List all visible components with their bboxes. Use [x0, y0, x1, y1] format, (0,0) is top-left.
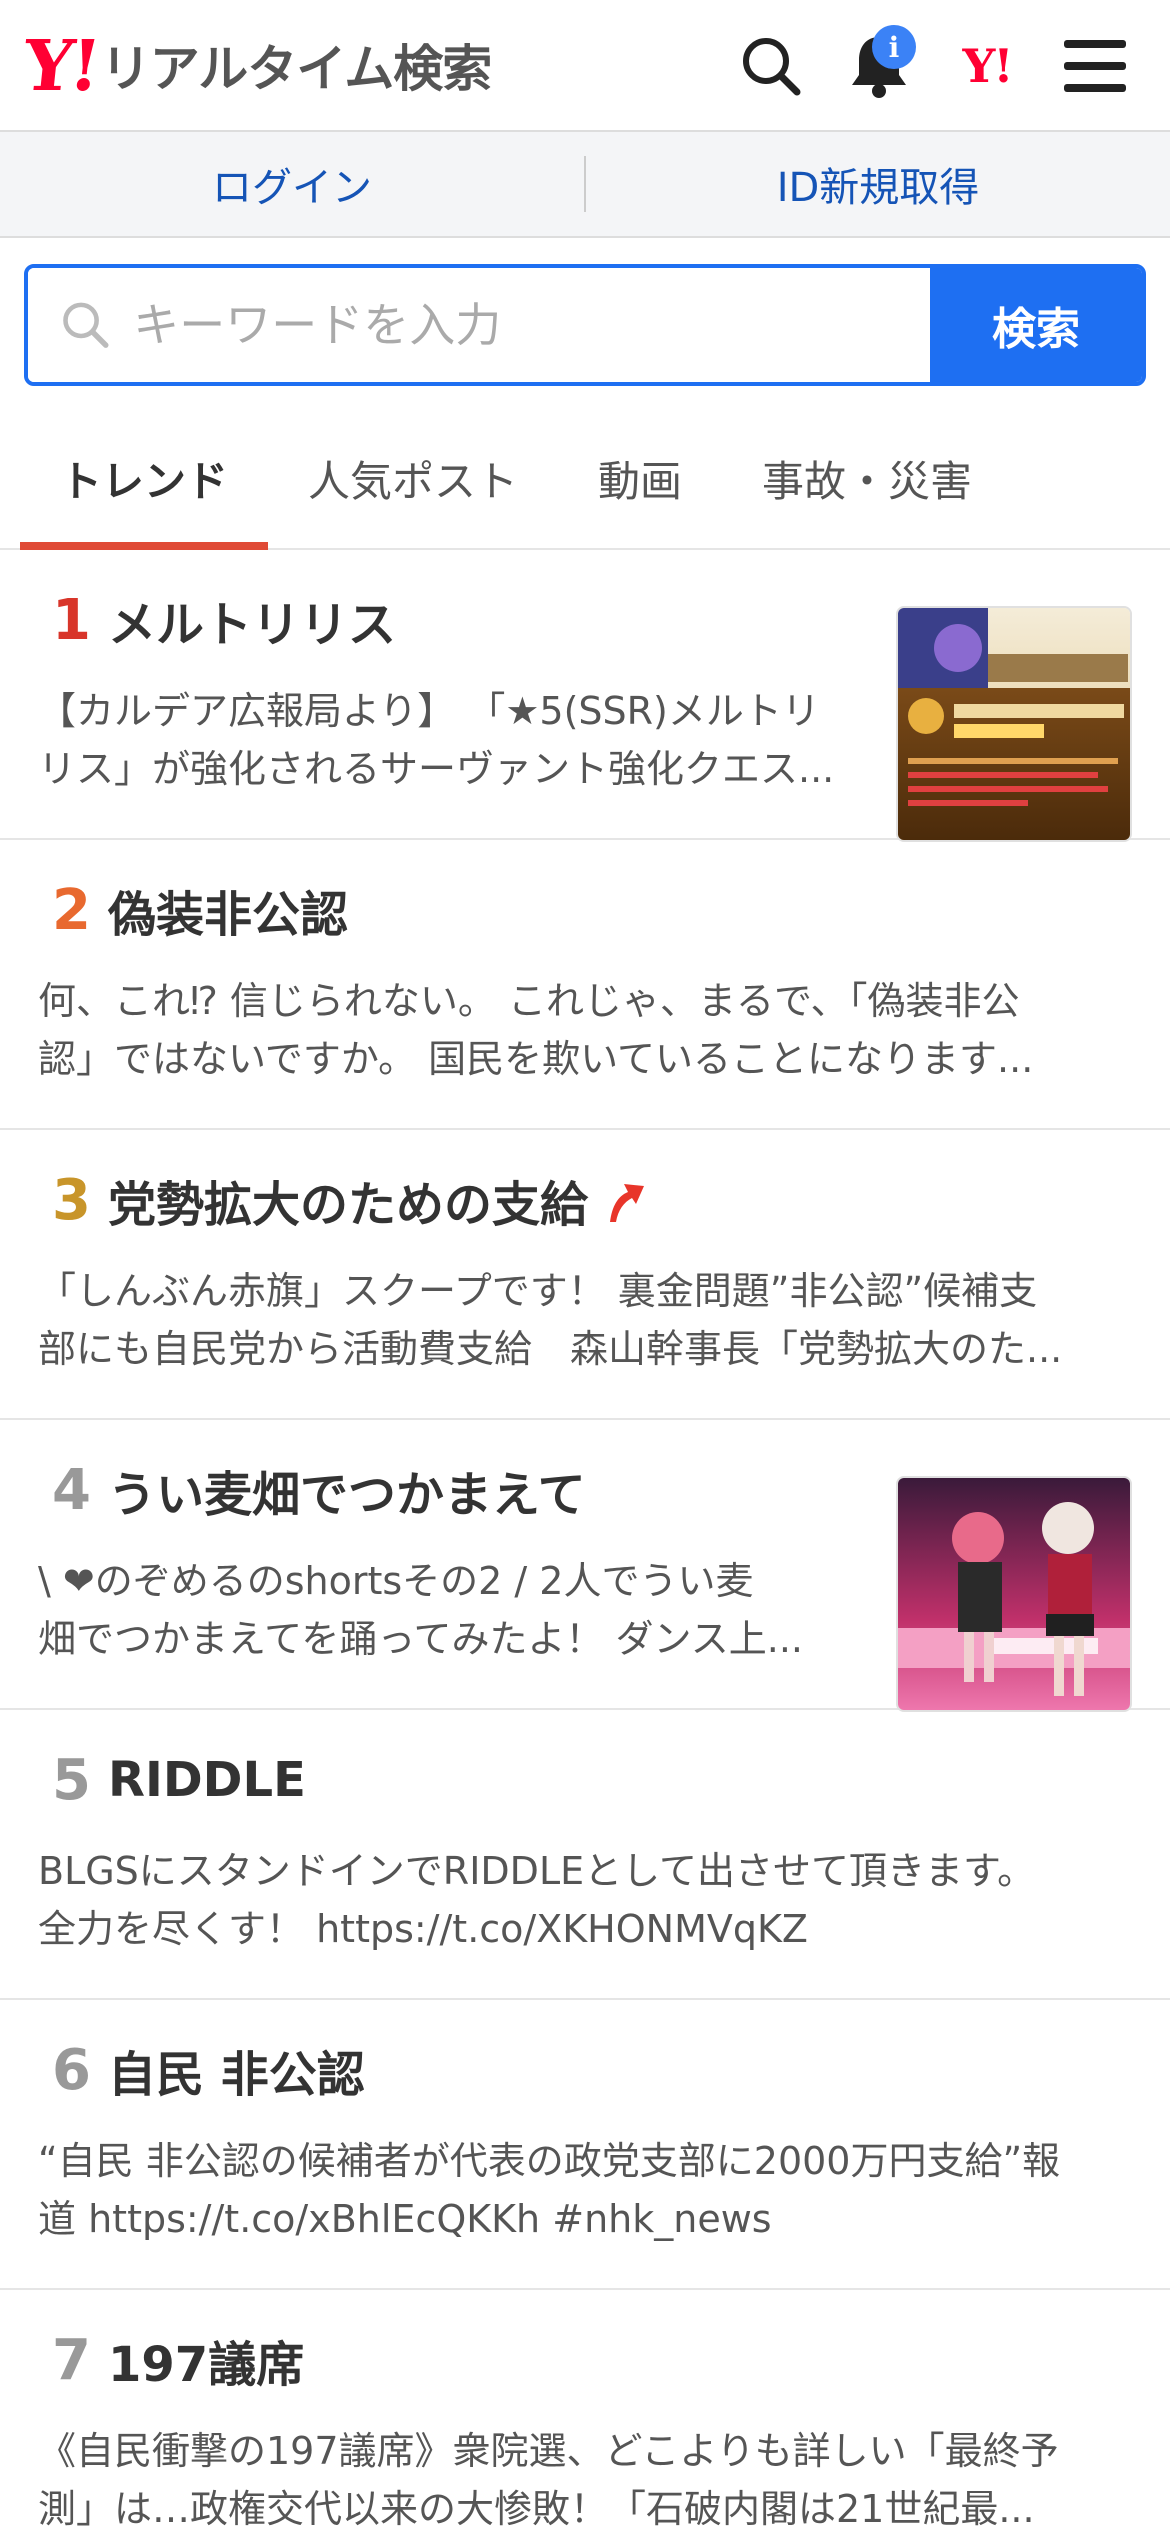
notification-badge: i	[872, 25, 916, 69]
trend-description: \ ❤︎のぞめるのshortsその2 / 2人でうい麦 畑でつかまえてを踊ってみ…	[38, 1559, 803, 1661]
list-item[interactable]: 6 自民 非公認 “自民 非公認の候補者が代表の政党支部に2000万円支給”報 …	[0, 2000, 1170, 2290]
trend-title[interactable]: 偽装非公認	[108, 875, 348, 945]
rising-arrow-icon	[610, 1184, 645, 1222]
list-item[interactable]: 2 偽装非公認 何、これ⁉ 信じられない。 これじゃ、まるで、「偽装非公 認」で…	[0, 840, 1170, 1130]
trend-description: BLGSにスタンドインでRIDDLEとして出させて頂きます。 全力を尽くす！ h…	[38, 1849, 1036, 1951]
yahoo-logo-icon[interactable]: Y!	[942, 21, 1032, 111]
rank-number: 6	[52, 2037, 91, 2103]
trend-title[interactable]: RIDDLE	[108, 1752, 306, 1808]
list-item[interactable]: 5 RIDDLE BLGSにスタンドインでRIDDLEとして出させて頂きます。 …	[0, 1710, 1170, 2000]
item-head: 2 偽装非公認	[38, 870, 1132, 950]
header-icons: i Y!	[708, 0, 1140, 132]
rank-number: 3	[52, 1167, 91, 1233]
menu-icon[interactable]	[1050, 21, 1140, 111]
logo-text: リアルタイム検索	[100, 40, 492, 98]
trend-list: 1 メルトリリス 【カルデア広報局より】 「★5(SSR)メルトリ リス」が強化…	[0, 550, 1170, 2532]
trend-description: 何、これ⁉ 信じられない。 これじゃ、まるで、「偽装非公 認」ではないですか。 …	[38, 979, 1034, 1081]
search-icon[interactable]	[726, 21, 816, 111]
bell-icon[interactable]: i	[834, 21, 924, 111]
rank-number: 7	[52, 2327, 91, 2393]
list-item[interactable]: 3 党勢拡大のための支給 「しんぶん赤旗」スクープです！ 裏金問題”非公認”候補…	[0, 1130, 1170, 1420]
login-link[interactable]: ログイン	[0, 155, 584, 213]
yahoo-realtime-logo[interactable]: Y! リアルタイム検索	[20, 24, 493, 107]
search-icon	[63, 302, 109, 348]
trend-title[interactable]: うい麦畑でつかまえて	[108, 1455, 586, 1525]
list-item[interactable]: 7 197議席 《自民衝撃の197議席》衆院選、どこよりも詳しい「最終予 測」は…	[0, 2290, 1170, 2532]
trend-title[interactable]: 197議席	[108, 2325, 304, 2395]
search-box: 検索	[24, 264, 1146, 386]
trend-description: 《自民衝撃の197議席》衆院選、どこよりも詳しい「最終予 測」は…政権交代以来の…	[38, 2429, 1059, 2531]
tab-trend[interactable]: トレンド	[20, 408, 269, 550]
search-input[interactable]	[133, 298, 930, 352]
trend-description: “自民 非公認の候補者が代表の政党支部に2000万円支給”報 道 https:/…	[38, 2139, 1061, 2241]
item-head: 3 党勢拡大のための支給	[38, 1160, 1132, 1240]
register-link[interactable]: ID新規取得	[586, 155, 1170, 213]
item-head: 5 RIDDLE	[38, 1740, 1132, 1820]
rank-number: 5	[52, 1747, 91, 1813]
trend-thumbnail[interactable]	[896, 1476, 1132, 1712]
rank-number: 4	[52, 1457, 91, 1523]
trend-title[interactable]: メルトリリス	[108, 585, 396, 655]
rank-number: 2	[52, 877, 91, 943]
tab-popular-posts[interactable]: 人気ポスト	[268, 408, 558, 548]
trend-description: 「しんぶん赤旗」スクープです！ 裏金問題”非公認”候補支 部にも自民党から活動費…	[38, 1269, 1063, 1371]
search-area: 検索	[0, 238, 1170, 386]
item-head: 6 自民 非公認	[38, 2030, 1132, 2110]
trend-title[interactable]: 自民 非公認	[108, 2035, 365, 2105]
login-bar: ログイン ID新規取得	[0, 132, 1170, 238]
app-header: Y! リアルタイム検索 i Y!	[0, 0, 1170, 132]
list-item[interactable]: 1 メルトリリス 【カルデア広報局より】 「★5(SSR)メルトリ リス」が強化…	[0, 550, 1170, 842]
tab-video[interactable]: 動画	[558, 408, 722, 548]
category-tabs: トレンド 人気ポスト 動画 事故・災害	[0, 386, 1170, 550]
search-button[interactable]: 検索	[930, 268, 1142, 382]
trend-title[interactable]: 党勢拡大のための支給	[108, 1165, 588, 1235]
yahoo-y-logo: Y!	[19, 23, 102, 107]
search-field	[28, 268, 930, 382]
tab-accident-disaster[interactable]: 事故・災害	[722, 408, 1012, 548]
trend-thumbnail[interactable]	[896, 606, 1132, 842]
trend-description: 【カルデア広報局より】 「★5(SSR)メルトリ リス」が強化されるサーヴァント…	[38, 689, 835, 791]
item-head: 7 197議席	[38, 2320, 1132, 2400]
rank-number: 1	[52, 587, 91, 653]
list-item[interactable]: 4 うい麦畑でつかまえて \ ❤︎のぞめるのshortsその2 / 2人でうい麦…	[0, 1420, 1170, 1712]
